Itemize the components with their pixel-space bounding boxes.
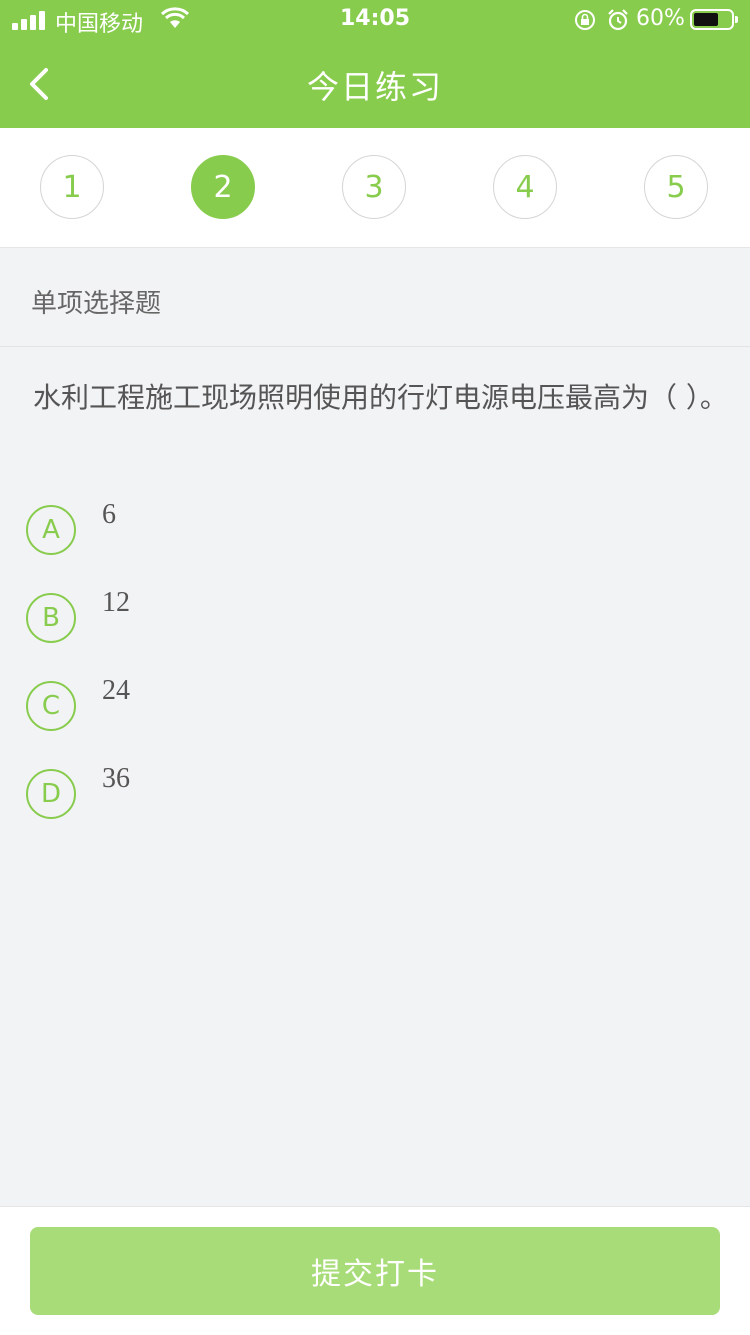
option-letter: B [26,593,76,643]
option-letter: C [26,681,76,731]
orientation-lock-icon [574,9,596,35]
question-type-label: 单项选择题 [31,289,162,319]
option-letter: D [26,769,76,819]
option-letter: A [26,505,76,555]
option-b[interactable]: B 12 [26,587,726,645]
question-number-1[interactable]: 1 [40,155,104,219]
option-text: 6 [102,499,116,530]
battery-percent: 60% [636,6,685,31]
option-a[interactable]: A 6 [26,499,726,557]
question-number-4[interactable]: 4 [493,155,557,219]
question-number-3[interactable]: 3 [342,155,406,219]
app-header: 中国移动 14:05 60% 今日练习 [0,0,750,128]
question-number-5[interactable]: 5 [644,155,708,219]
status-bar: 中国移动 14:05 60% [0,0,750,40]
option-text: 24 [102,675,130,706]
battery-icon [690,9,738,30]
alarm-icon [606,8,630,36]
option-text: 36 [102,763,130,794]
question-number-2-active[interactable]: 2 [191,155,255,219]
option-c[interactable]: C 24 [26,675,726,733]
footer-bar: 提交打卡 [0,1206,750,1335]
question-text: 水利工程施工现场照明使用的行灯电源电压最高为（ ）。 [33,381,728,414]
page-title: 今日练习 [306,68,443,106]
submit-checkin-button[interactable]: 提交打卡 [30,1227,720,1315]
option-d[interactable]: D 36 [26,763,726,821]
question-stepper: 1 2 3 4 5 [0,128,750,248]
divider [0,346,750,347]
option-text: 12 [102,587,130,618]
